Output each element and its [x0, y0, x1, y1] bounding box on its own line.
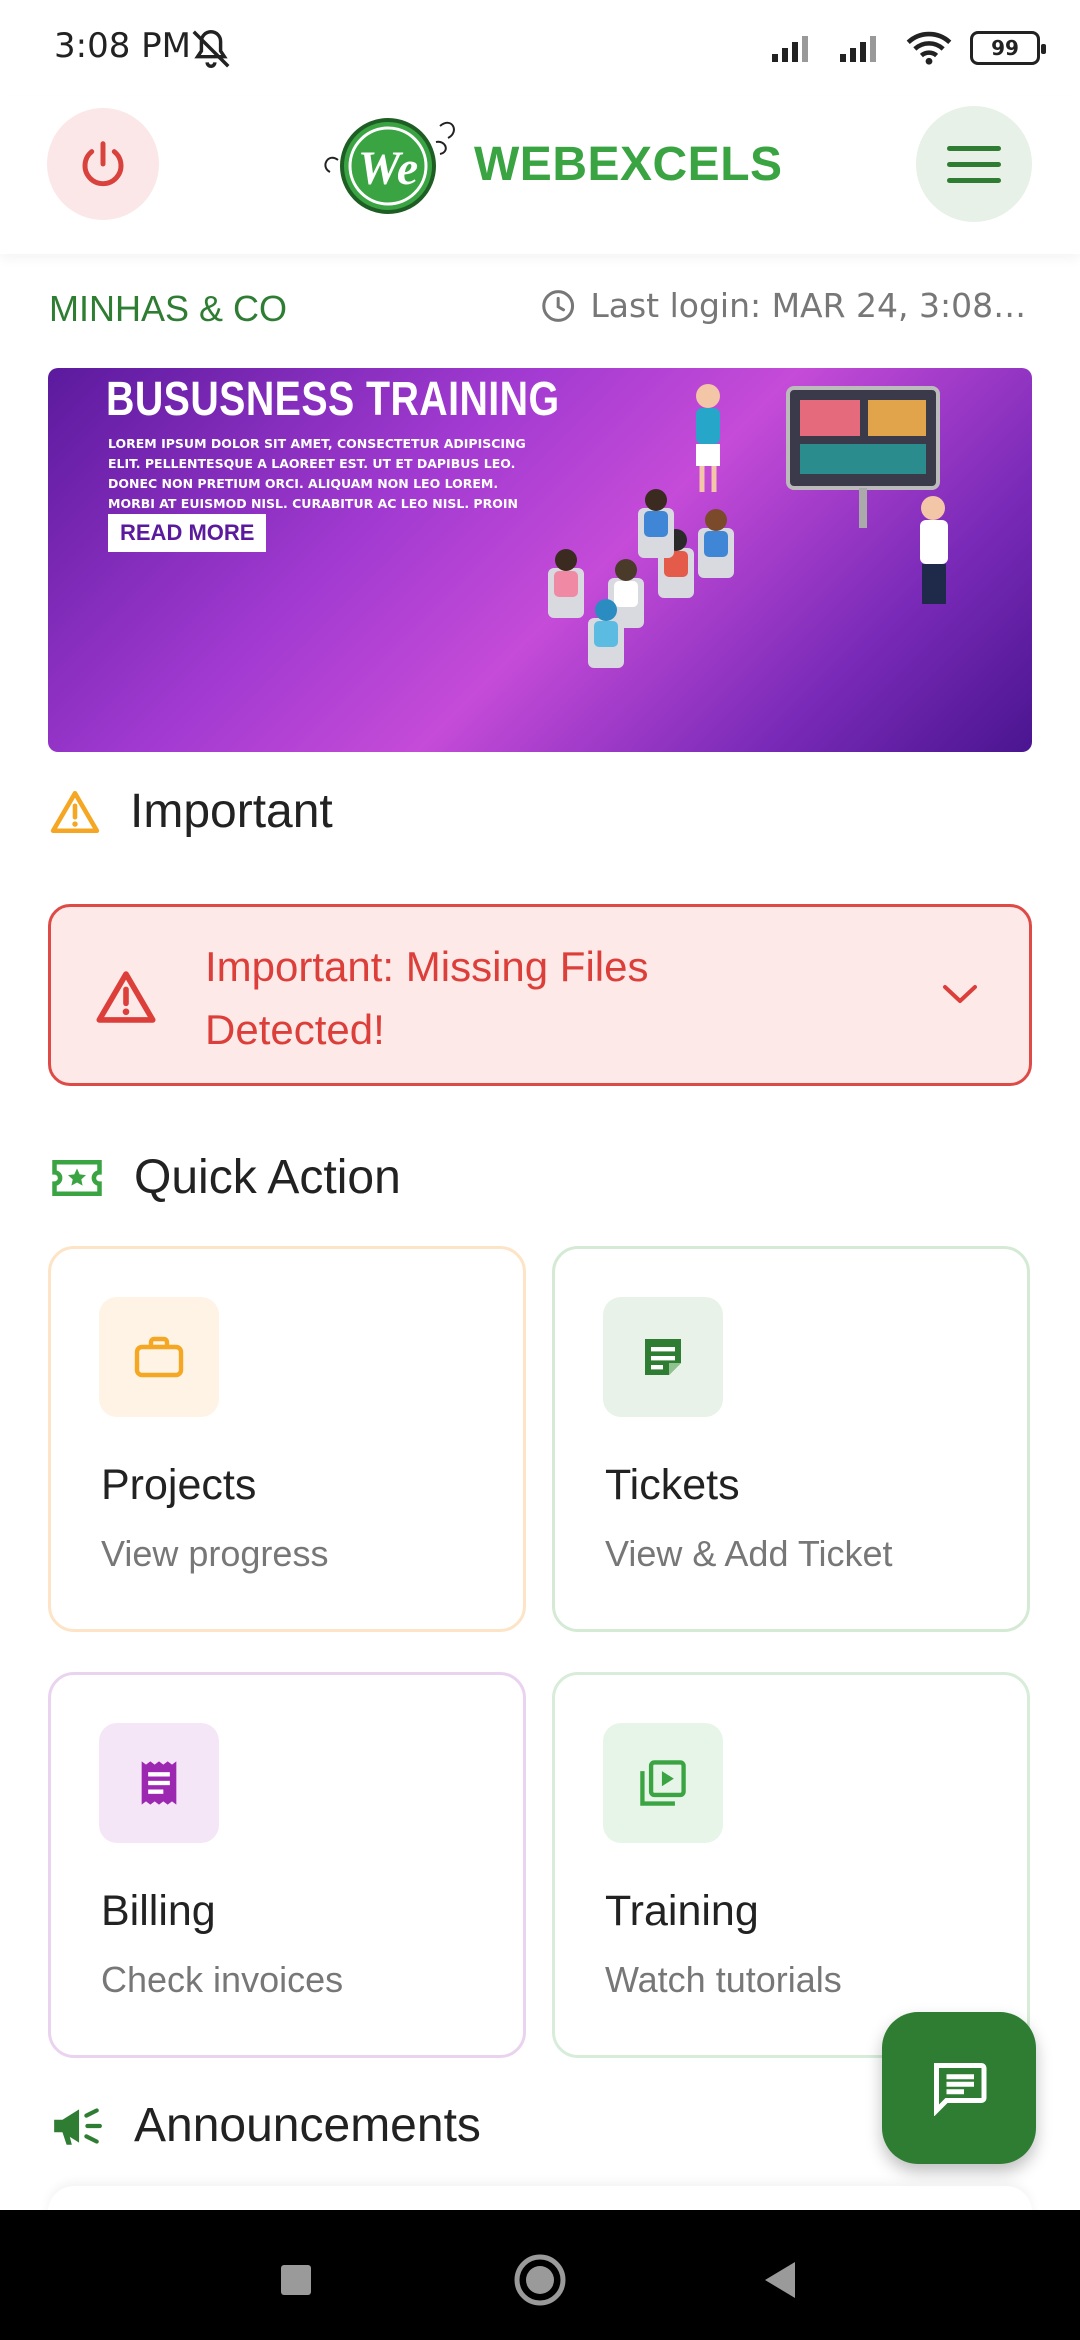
last-login-text: Last login: MAR 24, 3:08 P... [590, 286, 1030, 325]
brand-name: WEBEXCELS [474, 137, 783, 191]
ticket-star-icon [52, 1159, 102, 1196]
projects-label: Projects [101, 1461, 257, 1509]
battery-indicator: 99 [970, 31, 1046, 65]
power-icon [82, 141, 124, 187]
app-header: We WEBEXCELS [0, 96, 1080, 254]
tickets-sub: View & Add Ticket [605, 1533, 893, 1574]
billing-label: Billing [101, 1887, 216, 1935]
important-heading: Important [50, 784, 333, 839]
billing-sub: Check invoices [101, 1959, 344, 2000]
tickets-icon-box [603, 1297, 723, 1417]
billing-icon-box [99, 1723, 219, 1843]
status-bar: 3:08 PM 99 [0, 0, 1080, 96]
last-login: Last login: MAR 24, 3:08 P... [540, 286, 1030, 325]
recents-button[interactable] [266, 2250, 326, 2310]
app-screen: 3:08 PM 99 We WEBEXCELS MINHAS & CO Last… [0, 0, 1080, 2340]
training-label: Training [605, 1887, 759, 1935]
clock-icon [542, 289, 575, 322]
warning-icon [50, 790, 100, 833]
chevron-down-icon[interactable] [941, 981, 979, 1007]
battery-level: 99 [991, 36, 1019, 60]
tickets-card[interactable]: Tickets View & Add Ticket [552, 1246, 1030, 1632]
announcements-heading: Announcements [50, 2098, 481, 2153]
quick-action-heading: Quick Action [50, 1150, 401, 1205]
projects-sub: View progress [101, 1533, 329, 1574]
training-card[interactable]: Training Watch tutorials [552, 1672, 1030, 2058]
signal-icon-2 [840, 36, 876, 62]
hamburger-icon [947, 146, 1001, 183]
chat-button[interactable] [882, 2012, 1036, 2164]
signal-icon [772, 36, 808, 62]
important-title: Important [130, 785, 333, 838]
training-illustration [548, 384, 948, 668]
receipt-icon [141, 1761, 177, 1805]
missing-files-alert[interactable]: Important: Missing Files Detected! [48, 904, 1032, 1086]
briefcase-icon [134, 1336, 184, 1378]
billing-card[interactable]: Billing Check invoices [48, 1672, 526, 2058]
chat-icon [934, 2063, 987, 2116]
training-icon-box [603, 1723, 723, 1843]
training-sub: Watch tutorials [605, 1959, 842, 2000]
ticket-note-icon [645, 1339, 681, 1375]
announcements-title: Announcements [134, 2099, 481, 2152]
read-more-button[interactable]: READ MORE [108, 514, 267, 552]
bell-off-icon [192, 30, 230, 68]
system-nav-bar [0, 2210, 1080, 2340]
logout-button[interactable] [47, 108, 159, 220]
home-button[interactable] [510, 2250, 570, 2310]
projects-icon-box [99, 1297, 219, 1417]
projects-card[interactable]: Projects View progress [48, 1246, 526, 1632]
menu-button[interactable] [916, 106, 1032, 222]
home-circle-icon [514, 2254, 566, 2306]
wifi-icon [906, 31, 952, 65]
webexcels-logo: We [324, 118, 455, 214]
alert-warning-icon [96, 971, 156, 1023]
tickets-label: Tickets [605, 1461, 740, 1509]
back-button[interactable] [750, 2250, 810, 2310]
square-icon [281, 2265, 311, 2295]
video-library-icon [640, 1760, 686, 1806]
back-triangle-icon [765, 2262, 795, 2298]
status-time: 3:08 PM [54, 26, 191, 66]
logo-text: We [358, 142, 418, 195]
quick-action-title: Quick Action [134, 1151, 401, 1204]
alert-message: Important: Missing Files Detected! [205, 943, 649, 1053]
megaphone-icon [54, 2107, 102, 2145]
brand: We WEBEXCELS [320, 112, 783, 216]
promo-banner[interactable]: BUSUSNESS TRAINING LOREM IPSUM DOLOR SIT… [48, 368, 1032, 752]
company-name: MINHAS & CO [49, 288, 288, 329]
